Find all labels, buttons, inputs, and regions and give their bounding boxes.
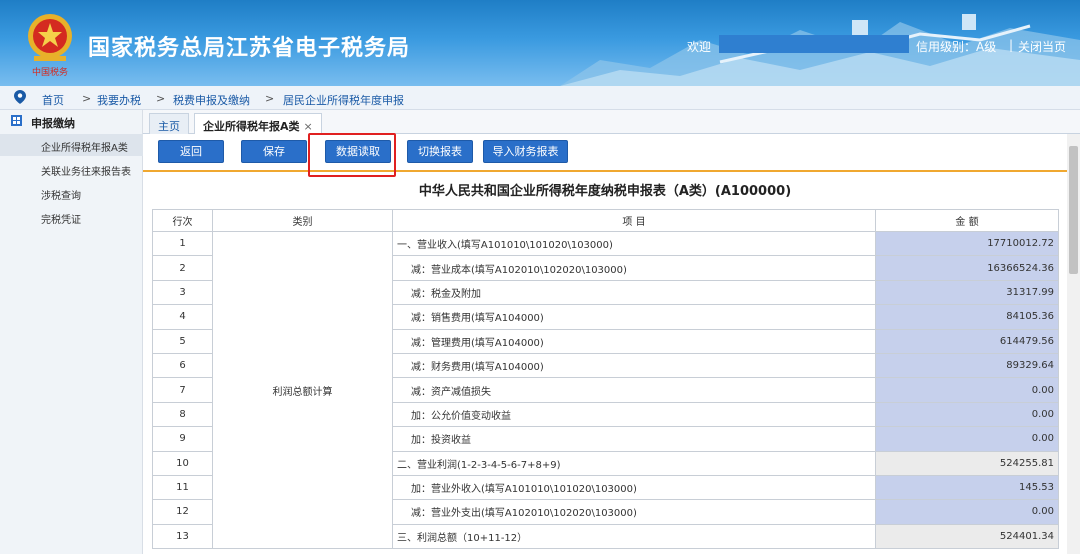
table-body: 1 利润总额计算 一、营业收入(填写A101010\101020\103000) 17… bbox=[152, 230, 1059, 550]
row-item: 减：销售费用(填写A104000) bbox=[392, 304, 876, 330]
site-title: 国家税务总局江苏省电子税务局 bbox=[88, 36, 411, 61]
amount-input-cell[interactable]: 17710012.72 bbox=[875, 230, 1059, 257]
sidebar-item-label: 涉税查询 bbox=[41, 191, 81, 202]
save-button[interactable]: 保存 bbox=[241, 140, 307, 163]
amount-input-cell[interactable]: 89329.64 bbox=[875, 352, 1059, 379]
row-seq: 5 bbox=[152, 328, 213, 354]
breadcrumb-current: 居民企业所得税年度申报 bbox=[283, 94, 404, 107]
breadcrumb: 首页 > 我要办税 > 税费申报及缴纳 > 居民企业所得税年度申报 bbox=[0, 86, 1080, 110]
row-item: 二、营业利润(1-2-3-4-5-6-7+8+9) bbox=[392, 450, 876, 476]
row-item: 减：财务费用(填写A104000) bbox=[392, 352, 876, 379]
row-seq: 1 bbox=[152, 230, 213, 257]
tab-bar: 主页 企业所得税年报A类 × bbox=[143, 110, 1080, 135]
row-category: 利润总额计算 bbox=[212, 230, 393, 550]
sidebar-item-annual-report-a[interactable]: 企业所得税年报A类 bbox=[0, 134, 143, 156]
sidebar-item-tax-certificate[interactable]: 完税凭证 bbox=[0, 206, 143, 228]
column-header-item: 项 目 bbox=[392, 209, 876, 232]
toolbar: 返回 保存 数据读取 切换报表 导入财务报表 bbox=[143, 134, 1067, 172]
close-icon[interactable]: × bbox=[304, 120, 313, 133]
row-seq: 12 bbox=[152, 499, 213, 525]
close-page-link[interactable]: 关闭当页 bbox=[1018, 38, 1066, 55]
row-seq: 10 bbox=[152, 450, 213, 476]
row-seq: 6 bbox=[152, 352, 213, 379]
tab-label: 主页 bbox=[158, 120, 180, 133]
breadcrumb-tax-service[interactable]: 我要办税 bbox=[97, 92, 141, 108]
sidebar-item-label: 企业所得税年报A类 bbox=[41, 143, 128, 154]
amount-input-cell[interactable]: 145.53 bbox=[875, 474, 1059, 501]
amount-calculated-cell: 524255.81 bbox=[875, 450, 1059, 476]
amount-input-cell[interactable]: 0.00 bbox=[875, 426, 1059, 452]
site-header: 中国税务 国家税务总局江苏省电子税务局 欢迎 信用级别：A级 | 关闭当页 bbox=[0, 0, 1080, 86]
tax-emblem-icon: 中国税务 bbox=[28, 14, 72, 78]
breadcrumb-separator: > bbox=[82, 92, 92, 105]
amount-calculated-cell: 524401.34 bbox=[875, 523, 1059, 550]
sidebar-item-related-party-report[interactable]: 关联业务往来报告表 bbox=[0, 158, 143, 180]
sidebar-item-label: 完税凭证 bbox=[41, 215, 81, 226]
emblem-text: 中国税务 bbox=[32, 66, 68, 78]
location-pin-icon bbox=[14, 90, 26, 104]
welcome-text: 欢迎 bbox=[687, 40, 712, 54]
amount-input-cell[interactable]: 16366524.36 bbox=[875, 255, 1059, 281]
credit-level: 信用级别：A级 bbox=[916, 40, 997, 54]
row-item: 加：公允价值变动收益 bbox=[392, 401, 876, 428]
row-seq: 4 bbox=[152, 304, 213, 330]
import-finance-report-button[interactable]: 导入财务报表 bbox=[483, 140, 568, 163]
form-title: 中华人民共和国企业所得税年度纳税申报表（A类）(A100000) bbox=[418, 184, 792, 199]
row-item: 减：税金及附加 bbox=[392, 279, 876, 306]
breadcrumb-tax-filing[interactable]: 税费申报及缴纳 bbox=[173, 92, 250, 108]
header-separator: | bbox=[1009, 38, 1014, 52]
row-item: 加：营业外收入(填写A101010\101020\103000) bbox=[392, 474, 876, 501]
sidebar-item-label: 关联业务往来报告表 bbox=[41, 167, 131, 178]
sidebar-heading[interactable]: 申报缴纳 bbox=[0, 110, 143, 132]
tab-label: 企业所得税年报A类 bbox=[203, 120, 300, 133]
sidebar-item-tax-query[interactable]: 涉税查询 bbox=[0, 182, 143, 204]
username-redacted bbox=[719, 35, 909, 53]
row-seq: 9 bbox=[152, 426, 213, 452]
row-item: 减：资产减值损失 bbox=[392, 377, 876, 403]
column-header-amount: 金 额 bbox=[875, 209, 1059, 232]
breadcrumb-separator: > bbox=[265, 92, 275, 105]
row-seq: 11 bbox=[152, 474, 213, 501]
column-header-category: 类别 bbox=[212, 209, 393, 232]
tax-report-table: 行次 类别 项 目 金 额 1 利润总额计算 一、营业收入(填写A101010\10… bbox=[152, 209, 1059, 550]
row-seq: 8 bbox=[152, 401, 213, 428]
grid-icon bbox=[11, 115, 22, 126]
row-item: 减：营业成本(填写A102010\102020\103000) bbox=[392, 255, 876, 281]
row-seq: 2 bbox=[152, 255, 213, 281]
tab-home[interactable]: 主页 bbox=[149, 113, 189, 134]
row-seq: 7 bbox=[152, 377, 213, 403]
breadcrumb-home[interactable]: 首页 bbox=[42, 92, 64, 108]
row-item: 一、营业收入(填写A101010\101020\103000) bbox=[392, 230, 876, 257]
row-seq: 13 bbox=[152, 523, 213, 550]
amount-input-cell[interactable]: 0.00 bbox=[875, 401, 1059, 428]
table-row: 1 利润总额计算 一、营业收入(填写A101010\101020\103000) 17… bbox=[152, 230, 1059, 550]
row-item: 加：投资收益 bbox=[392, 426, 876, 452]
amount-input-cell[interactable]: 31317.99 bbox=[875, 279, 1059, 306]
amount-input-cell[interactable]: 0.00 bbox=[875, 499, 1059, 525]
tab-annual-report-a[interactable]: 企业所得税年报A类 × bbox=[194, 113, 322, 135]
row-seq: 3 bbox=[152, 279, 213, 306]
amount-input-cell[interactable]: 84105.36 bbox=[875, 304, 1059, 330]
column-header-seq: 行次 bbox=[152, 209, 213, 232]
breadcrumb-separator: > bbox=[156, 92, 166, 105]
sidebar: 申报缴纳 企业所得税年报A类 关联业务往来报告表 涉税查询 完税凭证 bbox=[0, 110, 143, 554]
amount-input-cell[interactable]: 0.00 bbox=[875, 377, 1059, 403]
back-button[interactable]: 返回 bbox=[158, 140, 224, 163]
row-item: 三、利润总额（10+11-12） bbox=[392, 523, 876, 550]
row-item: 减：营业外支出(填写A102010\102020\103000) bbox=[392, 499, 876, 525]
scrollbar-thumb[interactable] bbox=[1069, 146, 1078, 274]
row-item: 减：管理费用(填写A104000) bbox=[392, 328, 876, 354]
sidebar-heading-label: 申报缴纳 bbox=[31, 117, 75, 130]
table-header-row: 行次 类别 项 目 金 额 bbox=[152, 209, 1059, 232]
highlight-annotation bbox=[308, 133, 396, 177]
switch-report-button[interactable]: 切换报表 bbox=[407, 140, 473, 163]
amount-input-cell[interactable]: 614479.56 bbox=[875, 328, 1059, 354]
